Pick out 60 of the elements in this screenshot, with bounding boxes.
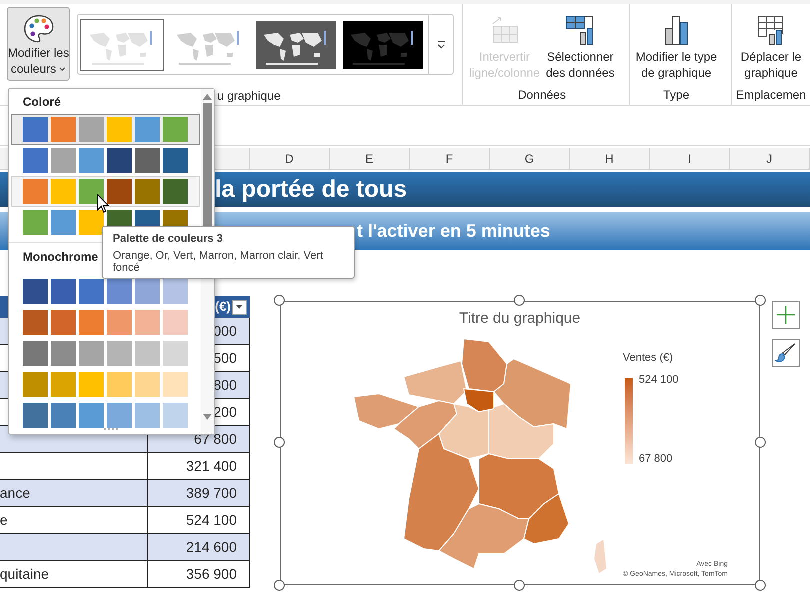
more-icon	[436, 40, 446, 48]
scroll-up-icon	[203, 94, 212, 100]
group-label: Type	[664, 88, 690, 102]
resize-handle[interactable]	[514, 580, 525, 591]
map-style-thumbnail[interactable]	[254, 18, 338, 70]
column-header[interactable]: G	[490, 148, 570, 169]
resize-handle[interactable]	[274, 295, 285, 306]
chart-styles-button[interactable]	[772, 339, 800, 367]
table-cell: quitaine	[0, 561, 148, 587]
table-cell: 356 900	[148, 561, 250, 587]
table-cell: e	[0, 507, 148, 533]
column-header[interactable]: E	[330, 148, 410, 169]
column-header[interactable]: I	[650, 148, 730, 169]
banner-title: la portée de tous	[215, 174, 408, 204]
chart-title: Titre du graphique	[459, 310, 581, 328]
section-heading: Coloré	[23, 94, 62, 110]
palette-option[interactable]	[11, 114, 200, 145]
palette-option[interactable]	[11, 176, 200, 207]
ribbon-button[interactable]: Modifier le type de graphique	[634, 8, 720, 88]
table-cell: 524 100	[148, 507, 250, 533]
tooltip-text: Orange, Or, Vert, Marron, Marron clair, Vert foncé	[113, 250, 324, 274]
legend-max-value: 524 100	[639, 372, 679, 388]
map-style-thumbnail[interactable]	[80, 18, 164, 70]
map-style-thumbnail[interactable]	[341, 18, 426, 70]
legend-title: Ventes (€)	[623, 351, 674, 366]
column-header[interactable]: D	[250, 148, 330, 169]
filter-button[interactable]	[232, 300, 247, 314]
bar-chart-icon	[662, 14, 691, 46]
column-header[interactable]: J	[730, 148, 810, 169]
section-heading: Monochrome	[23, 249, 98, 265]
table-cell: 214 600	[148, 534, 250, 560]
resize-handle[interactable]	[514, 295, 525, 306]
caret-icon	[59, 66, 66, 72]
paintbrush-icon	[775, 342, 797, 364]
chart-elements-button[interactable]	[772, 301, 800, 329]
group-label: Données	[518, 88, 566, 102]
column-title: (€)	[215, 298, 231, 316]
column-header[interactable]: F	[410, 148, 490, 169]
ribbon-button[interactable]: Sélectionner des données	[544, 8, 617, 88]
resize-handle[interactable]	[274, 580, 285, 591]
resize-handle[interactable]	[274, 437, 285, 448]
table-cell: 389 700	[148, 480, 250, 506]
scroll-down-icon	[203, 414, 212, 420]
palette-icon	[22, 14, 55, 44]
group-label: Emplacemen	[736, 88, 806, 102]
dropdown-arrow-icon	[236, 305, 243, 309]
resize-handle[interactable]	[755, 580, 766, 591]
column-header[interactable]: H	[570, 148, 650, 169]
table-cell: 321 400	[148, 453, 250, 479]
resize-handle[interactable]	[755, 437, 766, 448]
resize-handle[interactable]	[755, 295, 766, 306]
banner-subtitle: t l'activer en 5 minutes	[357, 220, 550, 242]
plus-icon	[776, 305, 796, 325]
mouse-pointer-icon	[97, 194, 110, 214]
group-label: u graphique	[217, 88, 282, 105]
table-cell: ance	[0, 480, 148, 506]
change-colors-button[interactable]: Modifier les couleurs	[7, 7, 70, 81]
ribbon-button[interactable]: Déplacer le graphique	[738, 8, 804, 88]
legend-min-value: 67 800	[639, 452, 674, 467]
tooltip-title: Palette de couleurs 3	[113, 232, 224, 247]
